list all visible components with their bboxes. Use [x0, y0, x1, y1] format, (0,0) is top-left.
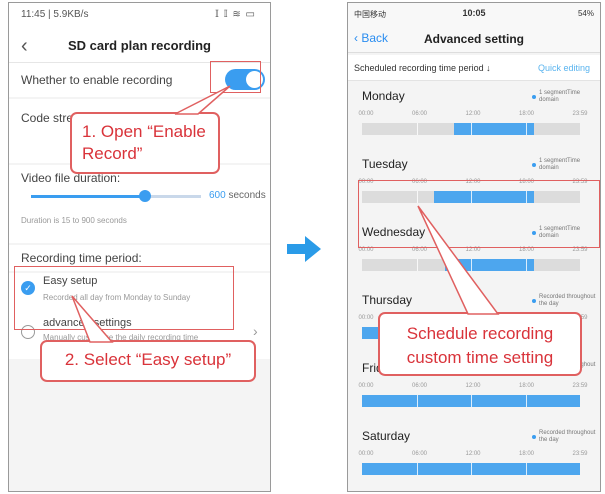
- pointer-easy-setup: [71, 295, 114, 343]
- pointer-tuesday: [417, 205, 500, 315]
- pointer-enable: [174, 85, 231, 115]
- callout-pointers: [71, 85, 500, 343]
